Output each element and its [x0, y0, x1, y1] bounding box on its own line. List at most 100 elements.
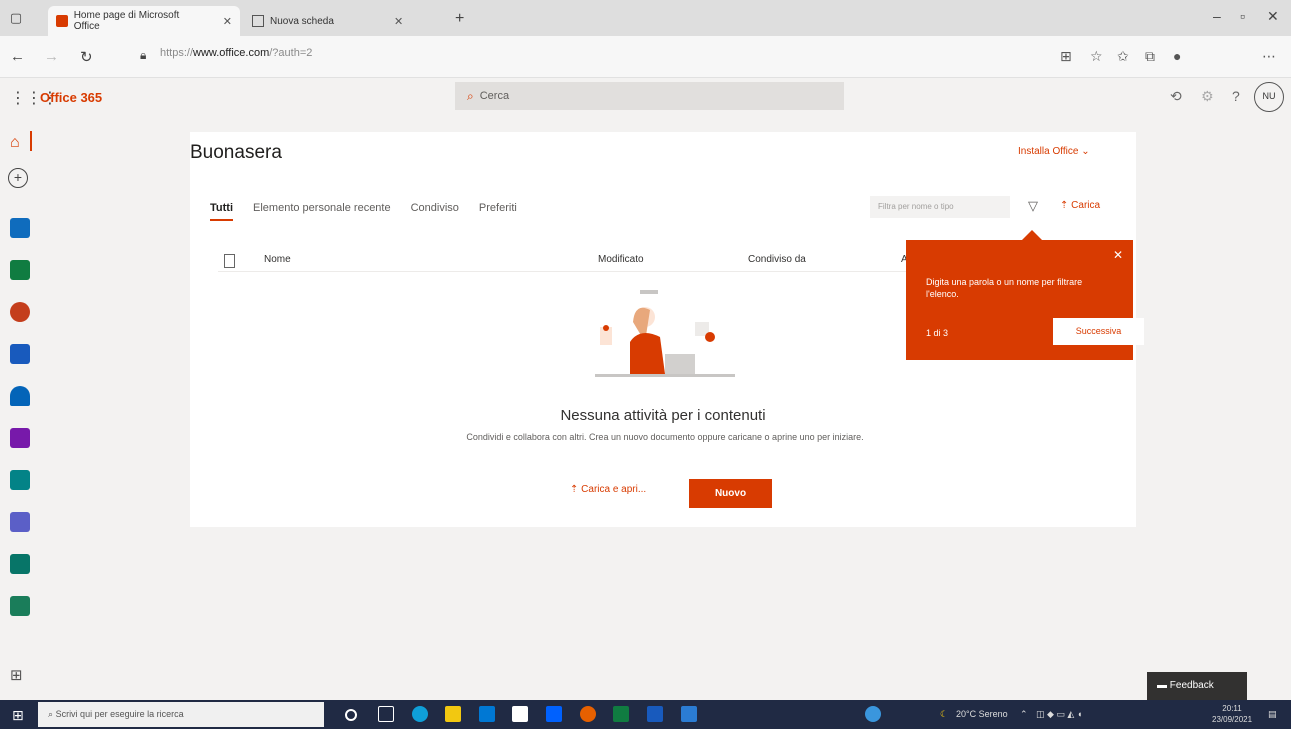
tab-new-tab[interactable]: Nuova scheda ✕ — [244, 6, 449, 36]
url-path: /?auth=2 — [269, 47, 313, 59]
upload-open-button[interactable]: ⇡ Carica e apri... — [570, 484, 646, 495]
tab-office-home[interactable]: Home page di Microsoft Office ✕ — [48, 6, 240, 36]
tray-chevron-icon[interactable]: ⌃ — [1020, 709, 1028, 720]
search-input[interactable]: ⌕ Cerca — [455, 82, 844, 110]
lock-icon: 🔒︎ — [140, 48, 147, 62]
forms-icon[interactable] — [10, 596, 30, 616]
profile-icon[interactable]: ● — [1173, 48, 1181, 64]
new-tab-favicon-icon — [252, 15, 264, 27]
pivot-tabs: Tutti Elemento personale recente Condivi… — [210, 202, 517, 221]
reader-view-icon[interactable]: ⊞ — [1060, 48, 1072, 65]
tray-icons[interactable]: ◫ ◆ ▭ ◭ ◖ — [1036, 709, 1082, 720]
tab-title: Home page di Microsoft Office — [73, 10, 180, 32]
url-prefix: https:// — [160, 47, 194, 59]
taskbar-clock[interactable]: 20:11 23/09/2021 — [1212, 703, 1252, 725]
sway-icon[interactable] — [10, 554, 30, 574]
home-icon[interactable]: ⌂ — [10, 134, 20, 152]
empty-state-illustration — [595, 290, 735, 377]
tab-title: Nuova scheda — [270, 15, 334, 27]
calculator-icon[interactable] — [681, 706, 697, 722]
more-menu-icon[interactable]: ⋯ — [1262, 48, 1276, 65]
dropbox-icon[interactable] — [546, 706, 562, 722]
close-tab-icon[interactable]: ✕ — [394, 15, 403, 28]
upload-button[interactable]: ⇡ Carica — [1060, 200, 1100, 211]
favorites-icon[interactable]: ✩ — [1117, 48, 1129, 65]
file-explorer-icon[interactable] — [445, 706, 461, 722]
column-name[interactable]: Nome — [264, 254, 291, 265]
refresh-icon[interactable]: ↻ — [80, 48, 93, 66]
chevron-down-icon: ⌄ — [1081, 146, 1090, 157]
url-field[interactable]: https://www.office.com/?auth=2 — [160, 47, 312, 59]
task-view-icon[interactable] — [378, 706, 394, 722]
office-favicon-icon — [56, 15, 68, 27]
back-icon[interactable]: ← — [10, 48, 25, 65]
excel-taskbar-icon[interactable] — [613, 706, 629, 722]
home-active-indicator — [30, 131, 32, 151]
feedback-button[interactable]: ▬ Feedback — [1147, 672, 1247, 700]
maximize-icon[interactable]: ▫ — [1240, 8, 1245, 24]
avatar[interactable]: NU — [1254, 82, 1284, 112]
close-icon[interactable]: ✕ — [1113, 248, 1123, 262]
all-apps-icon[interactable]: ⊞ — [10, 666, 23, 684]
amazon-icon[interactable] — [512, 706, 528, 722]
onenote-icon[interactable] — [10, 428, 30, 448]
favorite-star-icon[interactable]: ☆ — [1090, 48, 1103, 65]
excel-icon[interactable] — [10, 260, 30, 280]
cortana-icon[interactable] — [345, 709, 357, 721]
file-type-icon[interactable] — [224, 254, 235, 271]
help-icon[interactable]: ? — [1232, 88, 1240, 104]
upload-label: Carica — [1071, 200, 1101, 211]
page-title: Buonasera — [190, 142, 282, 163]
upload-arrow-icon: ⇡ — [570, 484, 579, 495]
empty-state-description: Condividi e collabora con altri. Crea un… — [466, 432, 864, 442]
column-shared-by[interactable]: Condiviso da — [748, 254, 806, 265]
feedback-label: Feedback — [1169, 680, 1214, 691]
notifications-icon[interactable]: ▤ — [1268, 709, 1277, 720]
upload-arrow-icon: ⇡ — [1060, 200, 1069, 211]
taskbar-search-input[interactable]: ⌕ Scrivi qui per eseguire la ricerca — [38, 702, 324, 727]
tab-shared[interactable]: Condiviso — [411, 202, 459, 214]
url-domain: www.office.com — [193, 47, 270, 59]
tab-all[interactable]: Tutti — [210, 202, 234, 221]
create-icon[interactable]: + — [8, 168, 28, 188]
app-rail: ⌂ + ⊞ — [0, 118, 40, 698]
filter-funnel-icon[interactable]: ▽ — [1028, 198, 1038, 214]
tab-favorites[interactable]: Preferiti — [479, 202, 517, 214]
filter-input[interactable]: Filtra per nome o tipo — [870, 196, 1010, 218]
minimize-icon[interactable]: – — [1213, 8, 1221, 24]
network-app-icon[interactable] — [865, 706, 881, 722]
weather-text[interactable]: 20°C Sereno — [956, 709, 1008, 719]
clock-time: 20:11 — [1222, 704, 1242, 713]
close-tab-icon[interactable]: ✕ — [223, 15, 232, 28]
teams-icon[interactable] — [10, 512, 30, 532]
firefox-icon[interactable] — [580, 706, 596, 722]
new-tab-plus-icon[interactable]: + — [455, 10, 464, 28]
install-office-button[interactable]: Installa Office ⌄ — [1018, 146, 1090, 157]
word-taskbar-icon[interactable] — [647, 706, 663, 722]
new-button[interactable]: Nuovo — [689, 479, 772, 508]
coachmark-text: Digita una parola o un nome per filtrare… — [926, 277, 1083, 299]
onedrive-icon[interactable] — [10, 386, 30, 406]
store-icon[interactable] — [479, 706, 495, 722]
powerpoint-icon[interactable] — [10, 302, 30, 322]
my-day-icon[interactable]: ⟲ — [1170, 88, 1182, 105]
app-title[interactable]: Office 365 — [40, 90, 102, 105]
word-icon[interactable] — [10, 344, 30, 364]
close-window-icon[interactable]: ✕ — [1267, 8, 1279, 25]
tab-actions-icon[interactable]: ▢ — [8, 10, 24, 26]
next-button[interactable]: Successiva — [1053, 318, 1144, 345]
column-modified[interactable]: Modificato — [598, 254, 644, 265]
sharepoint-icon[interactable] — [10, 470, 30, 490]
forward-icon[interactable]: → — [44, 48, 59, 65]
outlook-icon[interactable] — [10, 218, 30, 238]
install-label: Installa Office — [1018, 146, 1079, 157]
windows-start-icon[interactable]: ⊞ — [12, 707, 24, 724]
collections-icon[interactable]: ⧉ — [1145, 48, 1155, 65]
search-placeholder: Cerca — [479, 90, 510, 102]
taskbar-search-placeholder: Scrivi qui per eseguire la ricerca — [55, 709, 184, 719]
empty-state-title: Nessuna attività per i contenuti — [560, 407, 766, 424]
edge-icon[interactable] — [412, 706, 428, 722]
settings-gear-icon[interactable]: ⚙ — [1201, 88, 1214, 105]
tab-recent[interactable]: Elemento personale recente — [253, 202, 391, 214]
weather-icon: ☾ — [940, 709, 949, 719]
